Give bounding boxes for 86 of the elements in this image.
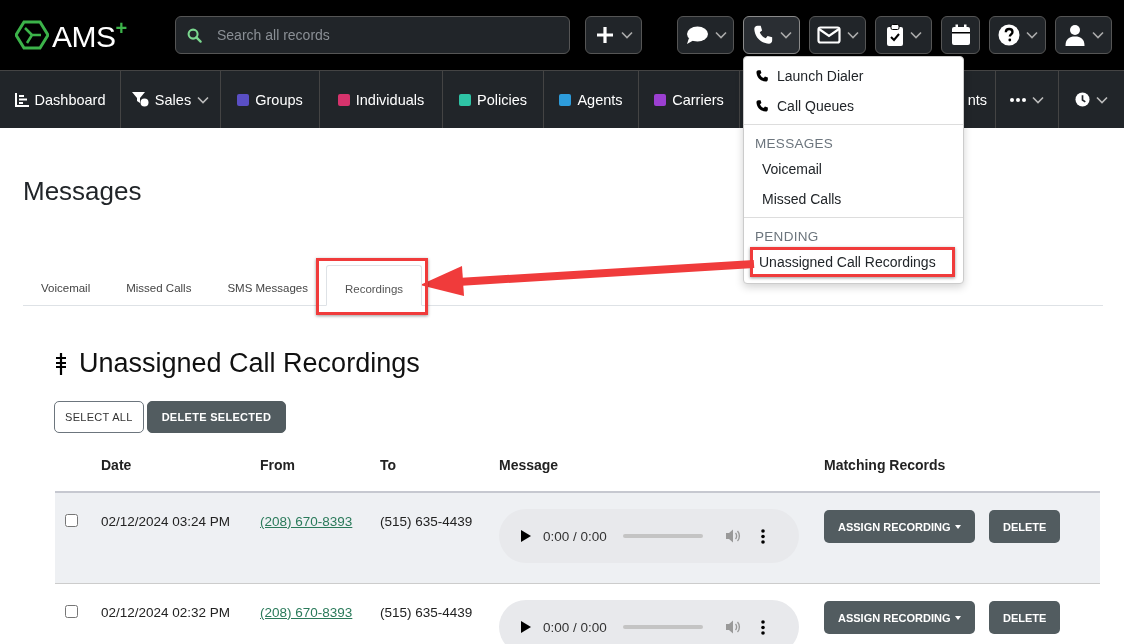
calendar-menu-button[interactable] <box>941 16 980 54</box>
play-icon <box>521 530 531 542</box>
chat-menu-button[interactable] <box>677 16 734 54</box>
date-cell-text: 02/12/2024 02:32 PM <box>101 604 232 620</box>
phone-icon <box>755 99 769 113</box>
audio-player[interactable]: 0:00 / 0:00 <box>499 600 799 644</box>
nav-tab[interactable]: Sales <box>121 71 221 128</box>
chevron-down-icon <box>846 31 859 39</box>
mail-menu-button[interactable] <box>809 16 866 54</box>
page-title: Messages <box>23 176 142 206</box>
column-header: Date <box>101 457 133 473</box>
delete-button[interactable]: DELETE <box>989 601 1061 634</box>
column-header: Matching Records <box>824 457 947 473</box>
nav-tab[interactable]: Groups <box>221 71 320 128</box>
clipboard-check-icon <box>885 24 904 46</box>
tab[interactable]: Missed Calls <box>108 282 210 305</box>
delete-selected-button[interactable]: DELETE SELECTED <box>146 401 287 433</box>
nav-tab[interactable]: Individuals <box>320 71 443 128</box>
phone-icon <box>751 24 774 46</box>
chevron-down-icon <box>909 31 922 39</box>
audio-player[interactable]: 0:00 / 0:00 <box>499 509 799 563</box>
chevron-down-icon <box>714 31 727 39</box>
assign-recording-button[interactable]: ASSIGN RECORDING <box>824 601 976 634</box>
chevron-down-icon <box>1025 31 1038 39</box>
phone-menu-button[interactable] <box>743 16 800 54</box>
phone-link[interactable]: (208) 670-8393 <box>260 605 353 620</box>
tab[interactable]: Voicemail <box>23 282 109 305</box>
menu-section-header: PENDING <box>754 228 820 246</box>
tab[interactable]: SMS Messages <box>209 282 326 305</box>
tab[interactable]: Recordings <box>325 265 423 306</box>
chevron-down-icon <box>1091 31 1104 39</box>
column-header: To <box>380 457 398 473</box>
help-icon <box>997 24 1020 46</box>
plus-icon <box>594 25 615 45</box>
nav-tab[interactable]: Agents <box>544 71 639 128</box>
menu-item[interactable]: Voicemail <box>744 154 963 184</box>
more-options-icon[interactable] <box>760 528 765 544</box>
more-options-icon[interactable] <box>760 619 765 635</box>
funnel-icon <box>131 92 149 107</box>
assign-recording-button[interactable]: ASSIGN RECORDING <box>824 510 976 543</box>
row-checkbox[interactable] <box>65 605 78 618</box>
clock-icon <box>1075 92 1090 107</box>
chat-bubble-icon <box>684 25 709 45</box>
phone-cell-text: (515) 635-4439 <box>380 513 474 529</box>
logo-text: AMS$^{+}$ <box>52 16 127 54</box>
hexagon-logo-icon <box>15 20 49 50</box>
search-icon <box>187 28 202 43</box>
calendar-icon <box>950 24 971 46</box>
menu-section-header: MESSAGES <box>754 135 835 153</box>
select-all-button[interactable]: SELECT ALL <box>54 401 144 433</box>
chevron-down-icon <box>779 31 792 39</box>
play-icon <box>521 621 531 633</box>
progress-track[interactable] <box>622 534 703 538</box>
phone-link[interactable]: (208) 670-8393 <box>260 514 353 529</box>
chevron-down-icon <box>620 31 633 39</box>
menu-item[interactable]: Launch Dialer <box>744 61 963 91</box>
delete-button[interactable]: DELETE <box>989 510 1061 543</box>
chart-icon <box>14 92 29 107</box>
date-cell-text: 02/12/2024 03:24 PM <box>101 513 232 529</box>
caret-icon <box>955 615 962 620</box>
menu-item[interactable]: Unassigned Call Recordings <box>753 250 952 274</box>
search-field[interactable]: Search all records <box>175 16 570 54</box>
more-icon <box>1010 97 1026 102</box>
phone-cell-text: (515) 635-4439 <box>380 604 474 620</box>
user-icon <box>1063 24 1086 46</box>
caret-icon <box>955 524 962 529</box>
phone-icon <box>755 69 769 83</box>
column-header: From <box>260 457 296 473</box>
chevron-down-icon <box>1032 95 1044 104</box>
voicemail-icon <box>55 352 67 375</box>
section-heading: Unassigned Call Recordings <box>79 348 420 379</box>
help-menu-button[interactable] <box>989 16 1046 54</box>
column-header: Message <box>499 457 560 473</box>
plus-menu-button[interactable] <box>585 16 642 54</box>
menu-item[interactable]: Missed Calls <box>744 184 963 214</box>
progress-track[interactable] <box>622 625 703 629</box>
nav-tab[interactable]: Dashboard <box>0 71 121 128</box>
row-checkbox[interactable] <box>65 514 78 527</box>
user-menu-button[interactable] <box>1055 16 1112 54</box>
envelope-icon <box>816 26 841 44</box>
menu-item[interactable]: Call Queues <box>744 91 963 121</box>
nav-tab[interactable]: Carriers <box>639 71 740 128</box>
clipboard-menu-button[interactable] <box>875 16 932 54</box>
chevron-down-icon <box>1096 95 1108 104</box>
nav-tab[interactable]: Policies <box>443 71 544 128</box>
chevron-down-icon <box>197 95 210 104</box>
